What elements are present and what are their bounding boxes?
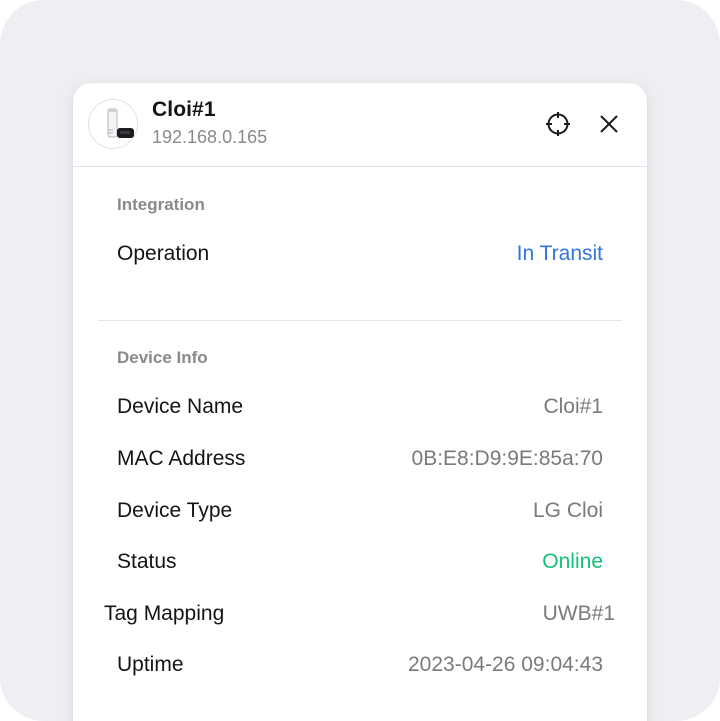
uptime-value: 2023-04-26 09:04:43: [408, 653, 603, 676]
section-title-integration: Integration: [117, 195, 205, 214]
section-divider: [98, 320, 622, 321]
operation-value: In Transit: [516, 242, 603, 265]
mac-address-label: MAC Address: [117, 447, 246, 470]
uptime-label: Uptime: [117, 653, 184, 676]
tag-mapping-label: Tag Mapping: [104, 602, 225, 625]
device-type-value: LG Cloi: [532, 499, 603, 522]
section-title-device-info: Device Info: [117, 348, 208, 367]
device-type-label: Device Type: [117, 499, 233, 522]
crosshair-icon[interactable]: [543, 109, 573, 139]
device-name-value: Cloi#1: [543, 395, 603, 418]
mac-address-value: 0B:E8:D9:9E:85a:70: [411, 447, 603, 470]
operation-label: Operation: [117, 242, 210, 265]
device-ip-address: 192.168.0.165: [152, 127, 268, 147]
tag-mapping-value: UWB#1: [542, 602, 615, 625]
close-icon[interactable]: [594, 109, 624, 139]
device-detail-panel: Cloi#1 192.168.0.165 Integration Operati…: [73, 83, 647, 721]
panel-header: Cloi#1 192.168.0.165: [73, 83, 647, 167]
device-title: Cloi#1: [152, 98, 216, 121]
device-name-label: Device Name: [117, 395, 244, 418]
screen-background: Cloi#1 192.168.0.165 Integration Operati…: [0, 0, 720, 721]
status-value: Online: [542, 550, 603, 573]
status-label: Status: [117, 550, 177, 573]
robot-device-icon: [88, 99, 138, 149]
